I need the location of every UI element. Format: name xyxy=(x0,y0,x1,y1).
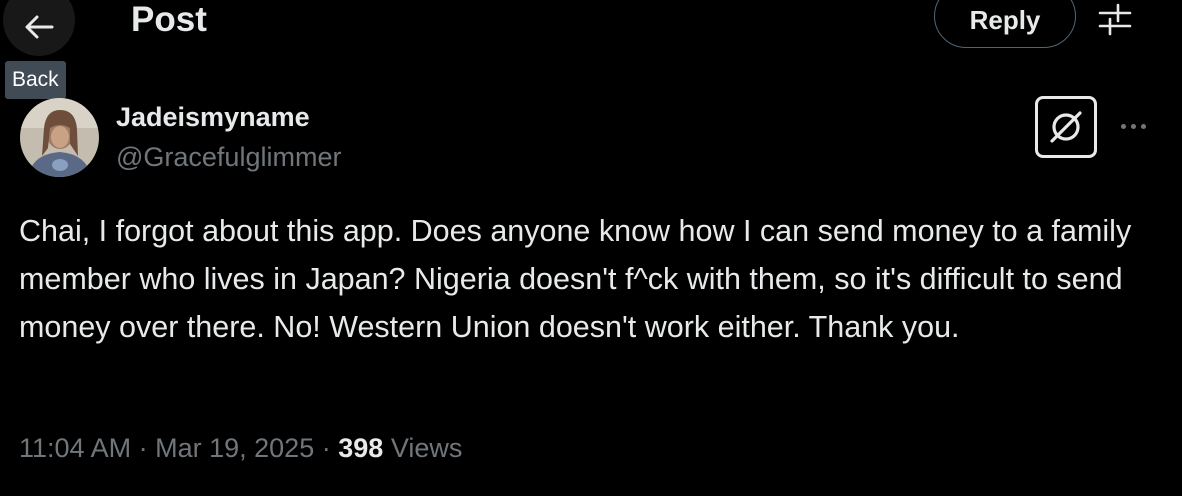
reply-button[interactable]: Reply xyxy=(934,0,1076,48)
sliders-icon[interactable] xyxy=(1096,2,1134,36)
post-time[interactable]: 11:04 AM xyxy=(19,433,131,463)
grok-icon xyxy=(1050,111,1082,143)
profile-photo xyxy=(20,98,99,177)
post-meta: 11:04 AM · Mar 19, 2025 · 398 Views xyxy=(19,430,462,466)
page-title: Post xyxy=(131,0,207,39)
author-display-name[interactable]: Jadeismyname xyxy=(116,100,310,134)
grok-button[interactable] xyxy=(1035,96,1097,158)
post-date[interactable]: Mar 19, 2025 xyxy=(155,433,314,463)
avatar[interactable] xyxy=(20,98,99,177)
author-handle[interactable]: @Gracefulglimmer xyxy=(116,140,341,174)
more-horizontal-icon xyxy=(1120,123,1126,129)
views-label: Views xyxy=(390,433,463,463)
views-count: 398 xyxy=(338,433,384,463)
back-button[interactable] xyxy=(3,0,75,56)
more-options-button[interactable] xyxy=(1117,114,1149,138)
back-tooltip: Back xyxy=(5,61,66,99)
post-text: Chai, I forgot about this app. Does anyo… xyxy=(19,214,1132,344)
arrow-left-icon xyxy=(25,15,54,39)
meta-separator: · xyxy=(138,433,148,463)
meta-separator: · xyxy=(321,433,331,463)
